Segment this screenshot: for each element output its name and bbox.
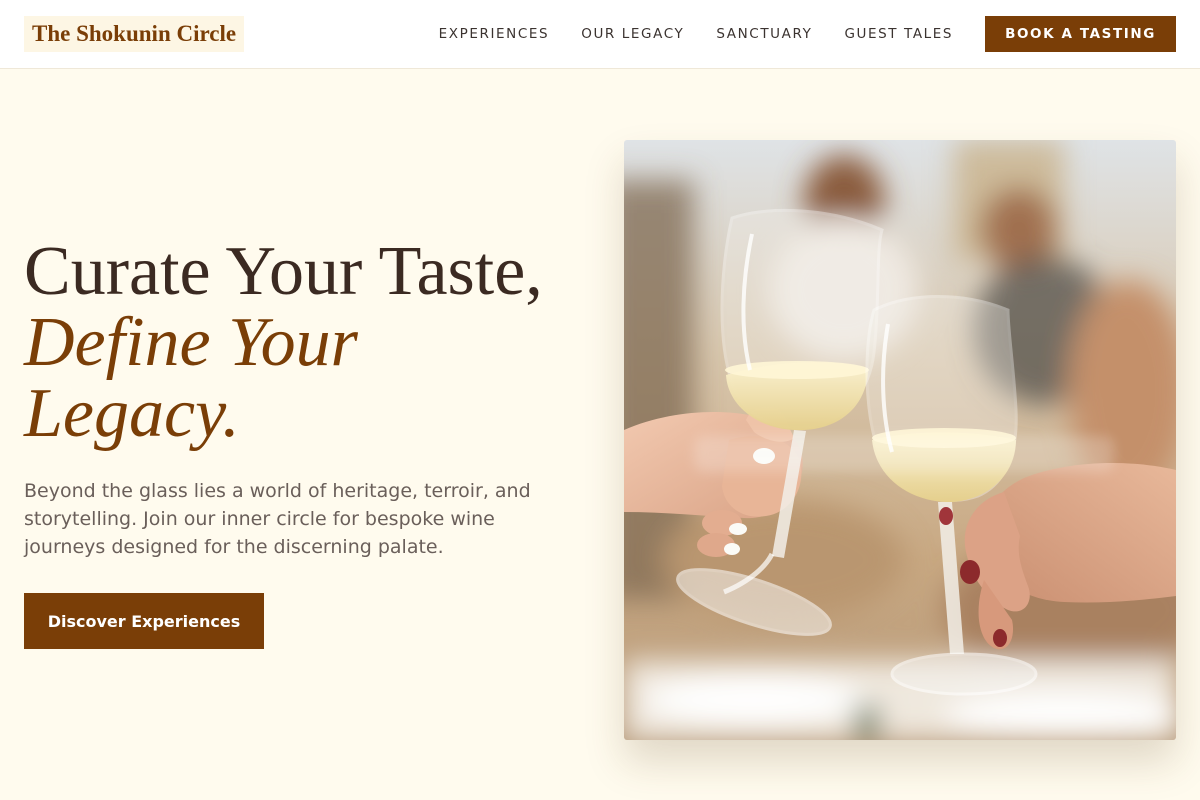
- brand-logo[interactable]: The Shokunin Circle: [24, 16, 245, 52]
- nav-link-guest-tales[interactable]: GUEST TALES: [844, 26, 953, 42]
- site-header: The Shokunin Circle EXPERIENCES OUR LEGA…: [0, 0, 1200, 69]
- nav-link-sanctuary[interactable]: SANCTUARY: [716, 26, 812, 42]
- hero-image: [624, 140, 1176, 740]
- nav-link-experiences[interactable]: EXPERIENCES: [439, 26, 550, 42]
- discover-experiences-button[interactable]: Discover Experiences: [24, 593, 264, 649]
- hero-subtext: Beyond the glass lies a world of heritag…: [24, 480, 531, 558]
- book-tasting-button[interactable]: BOOK A TASTING: [985, 16, 1176, 52]
- hero-section: Curate Your Taste, Define Your Legacy. B…: [24, 236, 584, 649]
- hero-headline-line1: Curate Your Taste,: [24, 233, 543, 310]
- hero-headline: Curate Your Taste, Define Your Legacy.: [24, 236, 584, 449]
- main-nav: EXPERIENCES OUR LEGACY SANCTUARY GUEST T…: [439, 16, 1176, 52]
- nav-link-our-legacy[interactable]: OUR LEGACY: [581, 26, 684, 42]
- hero-headline-line2: Define Your Legacy.: [24, 304, 358, 452]
- wine-toast-illustration: [624, 140, 1176, 740]
